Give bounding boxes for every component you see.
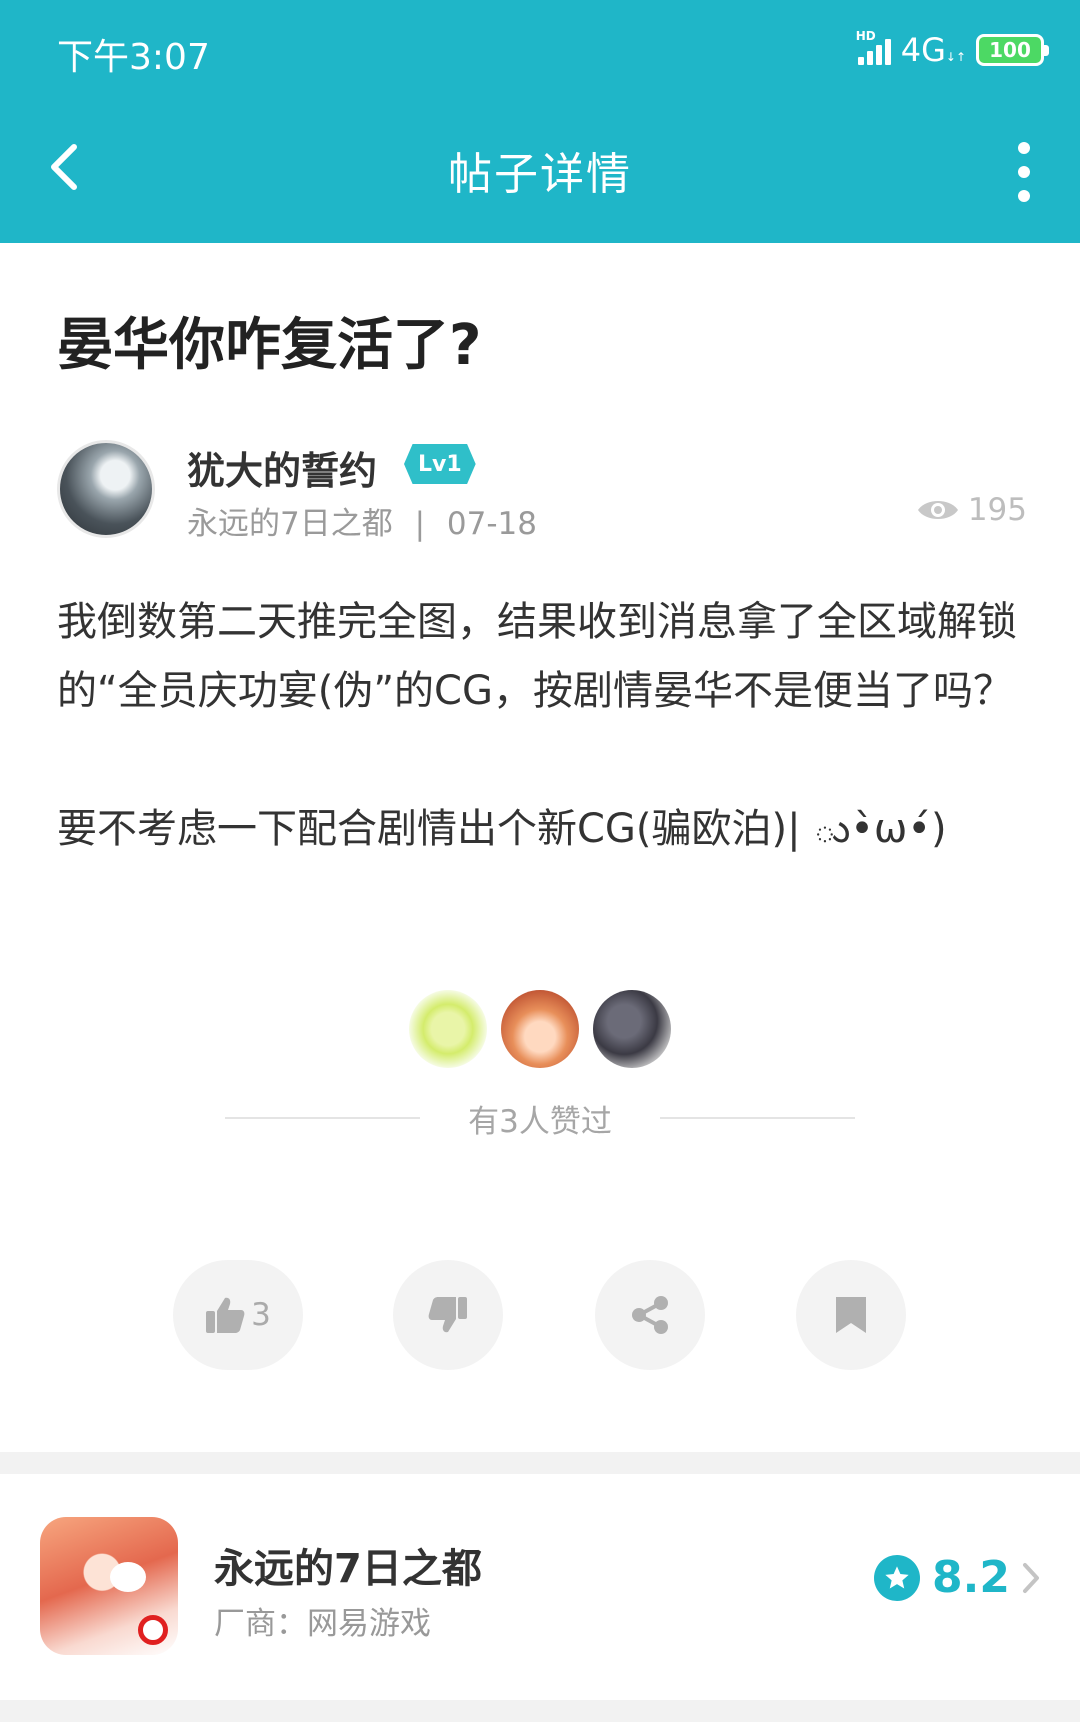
share-icon: [632, 1296, 668, 1334]
view-count-value: 195: [967, 492, 1027, 528]
divider-line: [659, 1117, 855, 1119]
post-game: 永远的7日之都: [187, 506, 393, 542]
battery-icon: 100: [976, 34, 1049, 66]
status-bar: 下午3:07 HD 4G↓↑ 100: [0, 0, 1080, 100]
hd-label: HD: [855, 29, 876, 43]
liker-avatar[interactable]: [501, 990, 579, 1068]
liker-avatars[interactable]: [0, 990, 1080, 1070]
netease-logo-icon: [138, 1615, 168, 1645]
divider-line: [225, 1117, 421, 1119]
post-title: 晏华你咋复活了?: [57, 313, 482, 378]
section-divider: [0, 1700, 1080, 1722]
more-vertical-icon: [1018, 142, 1030, 154]
dislike-button[interactable]: [393, 1260, 503, 1370]
bookmark-button[interactable]: [796, 1260, 906, 1370]
section-divider: [0, 1452, 1080, 1474]
status-time: 下午3:07: [57, 37, 210, 78]
liker-avatar[interactable]: [593, 990, 671, 1068]
thumbs-up-icon: [206, 1297, 245, 1333]
post-content: 我倒数第二天推完全图，结果收到消息拿了全区域解锁的“全员庆功宴(伪”的CG，按剧…: [57, 588, 1027, 933]
author-avatar[interactable]: [57, 440, 155, 538]
post-date: 07-18: [446, 506, 537, 542]
author-name[interactable]: 犹大的誓约: [187, 440, 377, 495]
game-card[interactable]: 永远的7日之都 厂商：网易游戏 8.2: [0, 1474, 1080, 1700]
view-count: 195: [916, 492, 1027, 528]
status-indicators: HD 4G↓↑ 100: [856, 29, 1049, 70]
thumbs-down-icon: [428, 1297, 467, 1333]
top-bar: 下午3:07 HD 4G↓↑ 100 帖子详情: [0, 0, 1080, 243]
game-icon: [40, 1517, 178, 1655]
liker-avatar[interactable]: [409, 990, 487, 1068]
bookmark-icon: [836, 1297, 866, 1333]
post-paragraph: 我倒数第二天推完全图，结果收到消息拿了全区域解锁的“全员庆功宴(伪”的CG，按剧…: [57, 599, 1017, 714]
post-meta: 永远的7日之都 | 07-18: [187, 498, 537, 543]
nav-bar: 帖子详情: [0, 100, 1080, 243]
level-badge: Lv1: [404, 444, 476, 484]
chevron-right-icon: [1023, 1562, 1039, 1593]
game-name: 永远的7日之都: [214, 1546, 482, 1592]
network-type: 4G↓↑: [900, 31, 966, 69]
battery-level: 100: [989, 38, 1031, 62]
more-button[interactable]: [1014, 142, 1034, 202]
likes-summary-text[interactable]: 有3人赞过: [468, 1096, 612, 1141]
like-count: 3: [251, 1297, 271, 1333]
post-paragraph: 要不考虑一下配合剧情出个新CG(骗欧泊)| ు•̀ω•́): [57, 806, 947, 852]
star-icon: [874, 1554, 921, 1601]
meta-separator: |: [414, 506, 426, 542]
signal-icon: HD: [856, 29, 891, 65]
share-button[interactable]: [595, 1260, 705, 1370]
rating-score: 8.2: [932, 1552, 1010, 1603]
like-button[interactable]: 3: [173, 1260, 303, 1370]
author-row: 犹大的誓约 Lv1 永远的7日之都 | 07-18 195: [57, 440, 1027, 543]
game-rating: 8.2: [874, 1552, 1040, 1603]
action-bar: 3: [0, 1260, 1080, 1370]
eye-icon: [917, 501, 958, 519]
likes-summary: 有3人赞过: [0, 1096, 1080, 1140]
page-title: 帖子详情: [448, 149, 632, 200]
game-vendor: 厂商：网易游戏: [214, 1606, 431, 1642]
